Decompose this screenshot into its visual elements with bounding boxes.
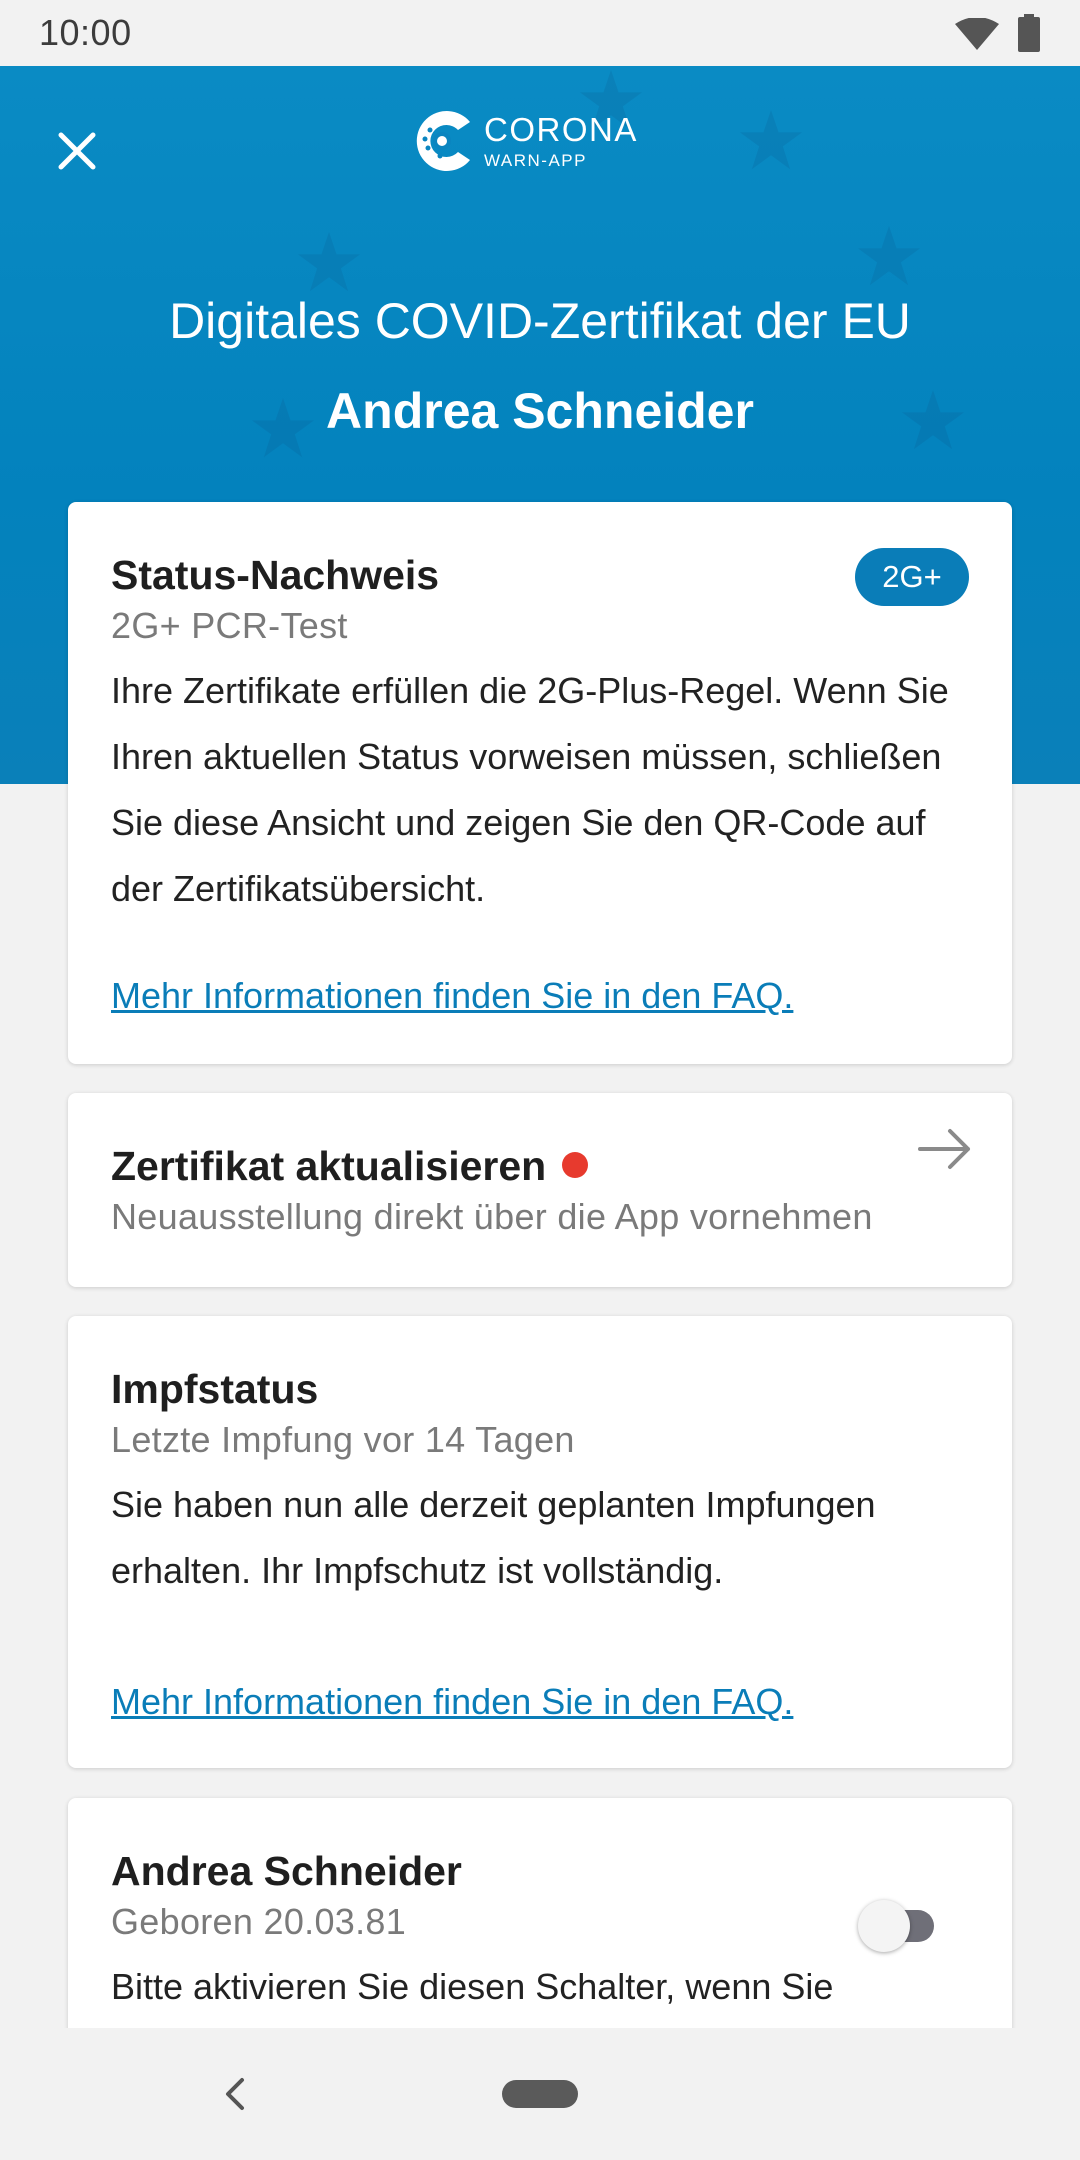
arrow-right-icon bbox=[918, 1129, 970, 1169]
vaccination-card-title: Impfstatus bbox=[111, 1366, 319, 1412]
logo-line1: CORONA bbox=[484, 111, 638, 148]
person-card-title: Andrea Schneider bbox=[111, 1848, 462, 1894]
notification-dot bbox=[562, 1152, 589, 1178]
app-logo: CORONA WARN-APP bbox=[412, 104, 638, 178]
status-bar: 10:00 bbox=[0, 0, 1080, 66]
status-time: 10:00 bbox=[39, 12, 132, 53]
toggle-knob bbox=[858, 1900, 910, 1952]
star-icon bbox=[858, 226, 920, 286]
status-card-subtitle: 2G+ PCR-Test bbox=[111, 605, 348, 646]
status-card-body: Ihre Zertifikate erfüllen die 2G-Plus-Re… bbox=[111, 670, 949, 909]
vaccination-card-body: Sie haben nun alle derzeit geplanten Imp… bbox=[111, 1484, 876, 1591]
back-icon[interactable] bbox=[220, 2074, 250, 2114]
status-proof-card: Status-Nachweis 2G+ 2G+ PCR-Test Ihre Ze… bbox=[68, 502, 1012, 1064]
page-title: Digitales COVID-Zertifikat der EU bbox=[169, 293, 911, 349]
close-icon bbox=[58, 132, 96, 170]
corona-logo-icon bbox=[416, 111, 470, 171]
update-card-subtitle: Neuausstellung direkt über die App vorne… bbox=[111, 1196, 873, 1237]
update-certificate-card[interactable]: Zertifikat aktualisieren Neuausstellung … bbox=[68, 1093, 1012, 1287]
update-card-title: Zertifikat aktualisieren bbox=[111, 1143, 547, 1189]
status-faq-link[interactable]: Mehr Informationen finden Sie in den FAQ… bbox=[111, 972, 793, 1020]
close-button[interactable] bbox=[40, 114, 114, 188]
vaccination-faq-link[interactable]: Mehr Informationen finden Sie in den FAQ… bbox=[111, 1678, 793, 1726]
vaccination-status-card: Impfstatus Letzte Impfung vor 14 Tagen S… bbox=[68, 1316, 1012, 1768]
status-badge: 2G+ bbox=[855, 548, 969, 606]
logo-line2: WARN-APP bbox=[484, 151, 587, 170]
status-card-title: Status-Nachweis bbox=[111, 552, 440, 598]
screen: 10:00 CORONA WARN-APP Digitales COVID-Ze… bbox=[0, 0, 1080, 2160]
home-pill-icon[interactable] bbox=[502, 2080, 578, 2108]
battery-icon bbox=[1018, 14, 1040, 52]
navigation-bar bbox=[0, 2028, 1080, 2160]
wifi-icon bbox=[955, 18, 999, 50]
person-toggle-switch[interactable] bbox=[858, 1900, 938, 1952]
certificate-holder-name: Andrea Schneider bbox=[326, 383, 754, 439]
star-icon bbox=[298, 232, 360, 292]
person-card-body: Bitte aktivieren Sie diesen Schalter, we… bbox=[111, 1966, 834, 2007]
star-icon bbox=[740, 110, 802, 170]
vaccination-card-subtitle: Letzte Impfung vor 14 Tagen bbox=[111, 1419, 575, 1460]
person-card-subtitle: Geboren 20.03.81 bbox=[111, 1901, 407, 1942]
update-card-title-row: Zertifikat aktualisieren bbox=[111, 1139, 969, 1193]
